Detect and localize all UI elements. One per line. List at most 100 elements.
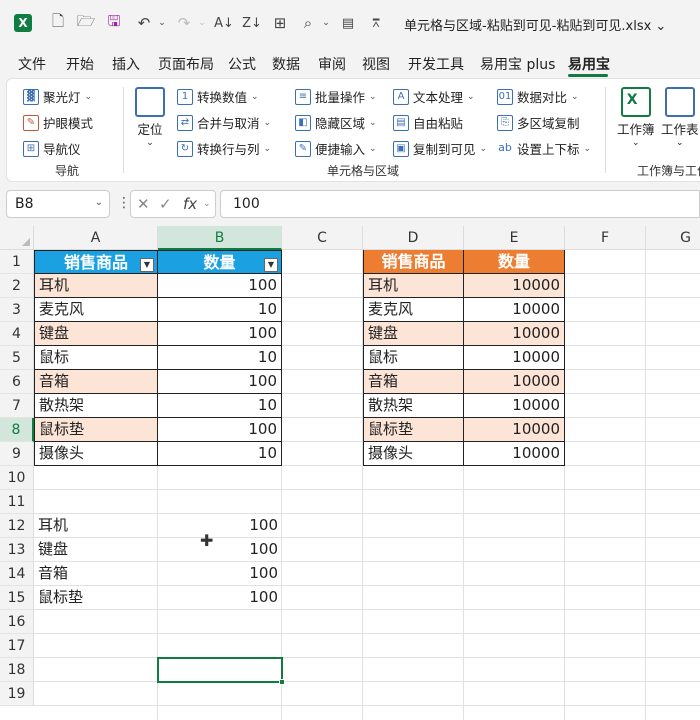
redo-icon[interactable]: ↷ [174, 13, 194, 33]
tab-view[interactable]: 视图 [362, 54, 390, 74]
batch-operation-button[interactable]: ≡ 批量操作 ⌄ [295, 87, 377, 106]
undo-icon[interactable]: ↶ [134, 13, 154, 33]
data-compare-button[interactable]: 01 数据对比 ⌄ [497, 87, 579, 106]
row-header-19[interactable]: 19 [0, 682, 34, 706]
tab-home[interactable]: 开始 [66, 54, 94, 74]
row-header-2[interactable]: 2 [0, 274, 34, 298]
more-dots-icon[interactable]: ⋮ [117, 195, 131, 211]
new-file-icon[interactable]: 🗋 [48, 12, 68, 33]
window-title[interactable]: 单元格与区域-粘贴到可见-粘贴到可见.xlsx ⌄ [404, 15, 666, 34]
copy-to-visible-button[interactable]: ▣ 复制到可见 ⌄ [393, 139, 487, 158]
table2-quantity-cell[interactable]: 10000 [464, 394, 565, 418]
row-header-5[interactable]: 5 [0, 346, 34, 370]
row-header-17[interactable]: 17 [0, 634, 34, 658]
search-icon[interactable]: ⌕ [298, 13, 318, 33]
worksheet-grid[interactable]: A B C D E F G 1 2 3 4 5 6 7 8 9 10 11 12 13 14 15 16 17 1… [0, 226, 700, 720]
row-header-12[interactable]: 12 [0, 514, 34, 538]
fill-handle[interactable] [279, 679, 285, 685]
sort-asc-icon[interactable]: A↓ [214, 13, 234, 33]
tab-file[interactable]: 文件 [18, 54, 46, 74]
customize-icon[interactable]: ⩞ [366, 13, 386, 33]
name-box[interactable]: B8 ⌄ [6, 190, 110, 218]
navigator-button[interactable]: ⊞ 导航仪 [23, 139, 81, 158]
insert-function-icon[interactable]: fx [183, 195, 197, 213]
table2-quantity-cell[interactable]: 10000 [464, 370, 565, 394]
table2-header-quantity[interactable]: 数量 [464, 250, 565, 274]
row-header-11[interactable]: 11 [0, 490, 34, 514]
row-header-6[interactable]: 6 [0, 370, 34, 394]
table2-quantity-cell[interactable]: 10000 [464, 442, 565, 466]
form-icon[interactable]: ▤ [338, 13, 358, 33]
column-header-a[interactable]: A [34, 226, 158, 250]
hide-range-button[interactable]: ◧ 隐藏区域 ⌄ [295, 113, 377, 132]
table1-quantity-cell[interactable]: 10 [158, 346, 282, 370]
borders-icon[interactable]: ⊞ [270, 13, 290, 33]
row-header-18[interactable]: 18 [0, 658, 34, 682]
table2-product-cell[interactable]: 鼠标垫 [363, 418, 464, 442]
list3-product-cell[interactable]: 键盘 [34, 538, 158, 562]
table2-quantity-cell[interactable]: 10000 [464, 346, 565, 370]
eye-care-button[interactable]: ✎ 护眼模式 [23, 113, 93, 132]
spotlight-button[interactable]: ▓ 聚光灯 ⌄ [23, 87, 92, 106]
table2-product-cell[interactable]: 麦克风 [363, 298, 464, 322]
tab-review[interactable]: 审阅 [318, 54, 346, 74]
tab-page-layout[interactable]: 页面布局 [158, 54, 214, 74]
sort-desc-icon[interactable]: Z↓ [242, 13, 262, 33]
table1-product-cell[interactable]: 鼠标垫 [34, 418, 158, 442]
column-header-d[interactable]: D [363, 226, 464, 250]
chevron-down-icon[interactable]: ⌄ [203, 199, 211, 209]
table1-product-cell[interactable]: 麦克风 [34, 298, 158, 322]
table2-header-product[interactable]: 销售商品 [363, 250, 464, 274]
tab-formulas[interactable]: 公式 [228, 54, 256, 74]
column-header-e[interactable]: E [464, 226, 565, 250]
table2-quantity-cell[interactable]: 10000 [464, 418, 565, 442]
tab-yiyongbao-plus[interactable]: 易用宝 plus [480, 54, 555, 74]
filter-dropdown-icon[interactable]: ▼ [140, 258, 154, 272]
convert-value-button[interactable]: 1 转换数值 ⌄ [177, 87, 259, 106]
row-header-4[interactable]: 4 [0, 322, 34, 346]
row-header-7[interactable]: 7 [0, 394, 34, 418]
cancel-icon[interactable]: ✕ [137, 195, 150, 213]
column-header-f[interactable]: F [565, 226, 646, 250]
table1-quantity-cell[interactable]: 100 [158, 322, 282, 346]
column-header-g[interactable]: G [646, 226, 700, 250]
tab-yiyongbao[interactable]: 易用宝 [568, 54, 610, 74]
worksheet-button[interactable]: 工作表 ⌄ [661, 87, 699, 148]
table1-header-quantity[interactable]: 数量 ▼ [158, 250, 282, 274]
row-header-3[interactable]: 3 [0, 298, 34, 322]
multi-range-copy-button[interactable]: ⎘ 多区域复制 [497, 113, 580, 132]
table1-quantity-cell[interactable]: 10 [158, 394, 282, 418]
search-dropdown-icon[interactable]: ⌄ [316, 13, 336, 33]
row-header-8[interactable]: 8 [0, 418, 34, 442]
table1-header-product[interactable]: 销售商品 ▼ [34, 250, 158, 274]
save-icon[interactable]: 🖫 [104, 12, 124, 33]
chevron-down-icon[interactable]: ⌄ [95, 197, 103, 208]
column-header-b[interactable]: B [158, 226, 282, 250]
table2-product-cell[interactable]: 鼠标 [363, 346, 464, 370]
table1-product-cell[interactable]: 耳机 [34, 274, 158, 298]
list3-product-cell[interactable]: 鼠标垫 [34, 586, 158, 610]
list3-product-cell[interactable]: 音箱 [34, 562, 158, 586]
formula-input[interactable]: 100 [220, 190, 700, 218]
merge-unmerge-button[interactable]: ⇄ 合并与取消 ⌄ [177, 113, 271, 132]
table1-product-cell[interactable]: 鼠标 [34, 346, 158, 370]
transpose-button[interactable]: ↻ 转换行与列 ⌄ [177, 139, 271, 158]
tab-insert[interactable]: 插入 [112, 54, 140, 74]
table1-quantity-cell[interactable]: 10 [158, 298, 282, 322]
confirm-icon[interactable]: ✓ [159, 195, 172, 213]
list3-product-cell[interactable]: 耳机 [34, 514, 158, 538]
open-folder-icon[interactable]: 🗁 [76, 12, 96, 33]
list3-quantity-cell[interactable]: 100 [158, 562, 282, 586]
row-header-1[interactable]: 1 [0, 250, 34, 274]
table2-product-cell[interactable]: 散热架 [363, 394, 464, 418]
table1-quantity-cell[interactable]: 10 [158, 442, 282, 466]
list3-quantity-cell[interactable]: 100 [158, 514, 282, 538]
filter-dropdown-icon[interactable]: ▼ [264, 258, 278, 272]
row-header-10[interactable]: 10 [0, 466, 34, 490]
tab-developer[interactable]: 开发工具 [408, 54, 464, 74]
table1-product-cell[interactable]: 散热架 [34, 394, 158, 418]
locate-button[interactable]: 定位 ⌄ [135, 87, 165, 148]
workbook-button[interactable]: 工作簿 ⌄ [617, 87, 655, 148]
table2-quantity-cell[interactable]: 10000 [464, 298, 565, 322]
row-header-13[interactable]: 13 [0, 538, 34, 562]
